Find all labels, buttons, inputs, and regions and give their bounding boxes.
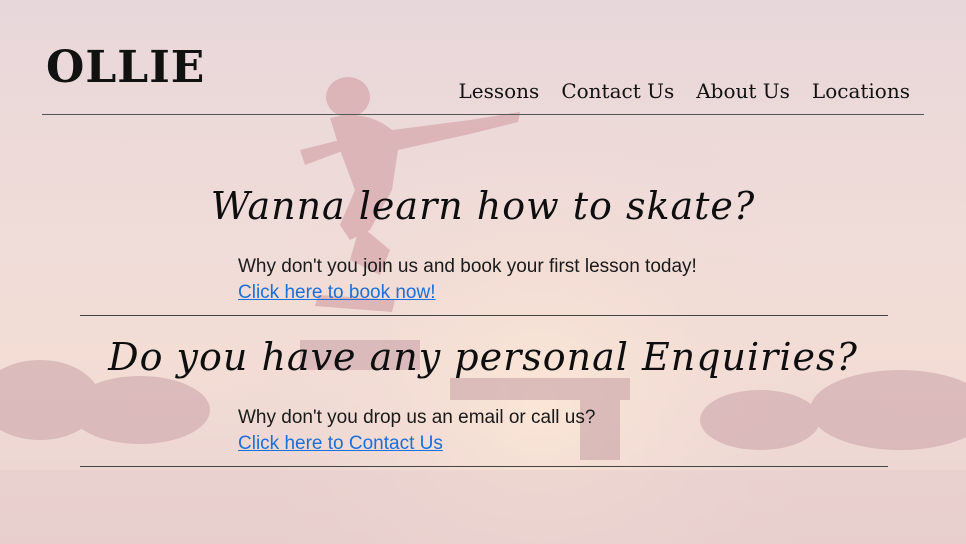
nav-contact-us[interactable]: Contact Us <box>561 78 674 104</box>
header-divider <box>42 114 924 115</box>
lessons-text: Why don't you join us and book your firs… <box>238 256 697 277</box>
contact-us-link[interactable]: Click here to Contact Us <box>238 433 443 455</box>
nav-about-us[interactable]: About Us <box>696 78 790 104</box>
nav-lessons[interactable]: Lessons <box>458 78 539 104</box>
page: OLLIE Lessons Contact Us About Us Locati… <box>0 0 966 544</box>
lessons-heading: Wanna learn how to skate? <box>210 184 756 228</box>
nav-locations[interactable]: Locations <box>812 78 910 104</box>
book-now-link[interactable]: Click here to book now! <box>238 282 436 304</box>
enquiries-text: Why don't you drop us an email or call u… <box>238 407 596 428</box>
main-nav: Lessons Contact Us About Us Locations <box>458 78 910 104</box>
section-divider <box>80 315 888 316</box>
enquiries-heading: Do you have any personal Enquiries? <box>108 335 858 379</box>
brand-logo[interactable]: OLLIE <box>46 42 205 94</box>
section-divider <box>80 466 888 467</box>
